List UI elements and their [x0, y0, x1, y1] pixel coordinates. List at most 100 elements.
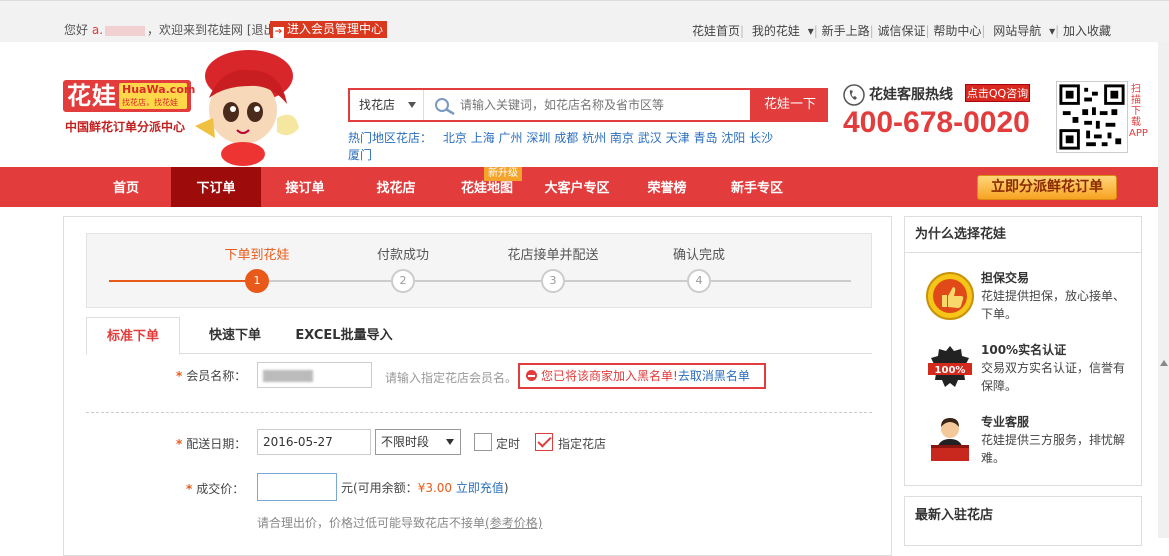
city-link[interactable]: 成都 — [554, 131, 578, 145]
top-link-favorite[interactable]: 加入收藏 — [1063, 24, 1111, 38]
greeting-prefix: 您好 — [64, 23, 89, 37]
search-box: 找花店 — [348, 88, 752, 122]
city-link[interactable]: 上海 — [471, 131, 495, 145]
svg-text:100%: 100% — [935, 365, 966, 376]
why-item-title: 100%实名认证 — [981, 343, 1067, 357]
nav-enterprise[interactable]: 大客户专区 — [536, 167, 618, 207]
assign-shop-label: 指定花店 — [558, 437, 607, 451]
member-label: * 会员名称： — [176, 369, 247, 383]
scan-app-label: 扫描下载APP — [1129, 84, 1148, 139]
city-link[interactable]: 南京 — [610, 131, 634, 145]
username: a. — [91, 23, 104, 37]
top-link-my[interactable]: 我的花娃 ▾ — [748, 24, 814, 38]
search-type-select[interactable]: 找花店 — [350, 90, 424, 120]
tab-excel-import[interactable]: EXCEL批量导入 — [286, 317, 402, 354]
city-link[interactable]: 广州 — [499, 131, 523, 145]
hotline-label: 花娃客服热线 — [869, 87, 953, 103]
assign-shop-checkbox[interactable] — [535, 433, 553, 451]
city-link[interactable]: 深圳 — [526, 131, 550, 145]
price-input[interactable] — [257, 473, 337, 501]
timed-label: 定时 — [496, 437, 521, 451]
city-link[interactable]: 青岛 — [693, 131, 717, 145]
nav-home[interactable]: 首页 — [98, 167, 154, 207]
nav-order[interactable]: 下订单 — [171, 167, 261, 207]
top-bar: 您好 a. ，欢迎来到花娃网 [退出] ➔ 进入会员管理中心 花娃首页| 我的花娃 … — [0, 0, 1169, 42]
hotline-number: 400-678-0020 — [843, 106, 1030, 139]
mascot-icon — [195, 50, 299, 166]
nav-receive-order[interactable]: 接订单 — [270, 167, 340, 207]
reference-price-link[interactable]: (参考价格) — [485, 516, 542, 530]
qr-code-icon — [1056, 81, 1128, 153]
new-badge: 新升级 — [484, 167, 522, 181]
why-choose-panel: 为什么选择花娃 担保交易 花娃提供担保，放心接单、下单。 100% 100%实名… — [904, 216, 1142, 486]
city-link[interactable]: 北京 — [443, 131, 467, 145]
member-center-label: 进入会员管理中心 — [287, 22, 384, 36]
ban-icon — [526, 370, 537, 381]
order-tabs: 标准下单 快速下单 EXCEL批量导入 — [86, 317, 872, 355]
timed-checkbox[interactable] — [474, 433, 492, 451]
city-link[interactable]: 天津 — [666, 131, 690, 145]
search-button[interactable]: 花娃一下 — [752, 88, 828, 122]
scroll-up-icon[interactable] — [1160, 360, 1168, 366]
top-link-newbie[interactable]: 新手上路 — [822, 24, 870, 38]
step-circle-2: 2 — [391, 269, 415, 293]
step-circle-1: 1 — [245, 269, 269, 293]
remove-blacklist-link[interactable]: 去取消黑名单 — [678, 369, 750, 383]
certified-badge-icon: 100% — [928, 346, 972, 387]
balance-amount: ¥3.00 — [417, 481, 453, 495]
step-label-3: 花店接单并配送 — [507, 248, 599, 263]
recharge-link[interactable]: 立即充值 — [456, 481, 504, 495]
logo-tagline: 中国鲜花订单分派中心 — [65, 120, 186, 134]
nav-newbie[interactable]: 新手专区 — [722, 167, 792, 207]
search-input[interactable] — [460, 95, 740, 115]
city-link[interactable]: 沈阳 — [721, 131, 745, 145]
price-hint: 请合理出价，价格过低可能导致花店不接单(参考价格) — [257, 516, 543, 530]
greeting-suffix: ，欢迎来到花娃网 — [147, 23, 244, 37]
top-link-trust[interactable]: 诚信保证 — [878, 24, 926, 38]
why-item: 100% 100%实名认证 交易双方实名认证，信誉有保障。 — [925, 339, 1135, 399]
order-panel: 下单到花娃 付款成功 花店接单并配送 确认完成 1 2 3 4 标准下单 快速下… — [63, 216, 892, 556]
blacklist-warning: 您已将该商家加入黑名单!去取消黑名单 — [518, 363, 766, 389]
time-slot-select[interactable]: 不限时段 — [375, 429, 461, 455]
search-area: 找花店 花娃一下 — [348, 88, 828, 122]
newest-shops-panel: 最新入驻花店 — [904, 496, 1142, 546]
city-link[interactable]: 杭州 — [582, 131, 606, 145]
top-link-home[interactable]: 花娃首页 — [692, 24, 740, 38]
why-item-title: 担保交易 — [981, 271, 1030, 285]
hot-cities: 热门地区花店： 北京 上海 广州 深圳 成都 杭州 南京 武汉 天津 青岛 沈阳… — [348, 130, 838, 164]
search-icon — [435, 98, 455, 115]
balance-info: 元(可用余额：¥3.00 立即充值) — [341, 481, 509, 495]
site-logo[interactable]: 花娃 HuaWa.com 找花店，找花娃 中国鲜花订单分派中心 — [63, 48, 303, 166]
username-redacted — [105, 25, 146, 36]
customer-service-icon — [931, 418, 969, 461]
why-item-desc: 花娃提供三方服务，排忧解难。 — [981, 433, 1126, 465]
scrollbar[interactable] — [1158, 42, 1169, 538]
qq-consult-button[interactable]: 点击QQ咨询 — [965, 84, 1030, 102]
city-link[interactable]: 长沙 — [749, 131, 773, 145]
member-name-input[interactable] — [257, 362, 372, 388]
dispatch-order-button[interactable]: 立即分派鲜花订单 — [977, 175, 1117, 200]
city-link[interactable]: 武汉 — [638, 131, 662, 145]
delivery-date-input[interactable]: 2016-05-27 — [257, 429, 371, 455]
step-circle-4: 4 — [687, 269, 711, 293]
why-item-desc: 花娃提供担保，放心接单、下单。 — [981, 289, 1126, 321]
chevron-down-icon — [446, 439, 454, 445]
why-item: 专业客服 花娃提供三方服务，排忧解难。 — [925, 411, 1135, 471]
nav-honor[interactable]: 荣誉榜 — [636, 167, 698, 207]
why-item-desc: 交易双方实名认证，信誉有保障。 — [981, 361, 1126, 393]
member-center-button[interactable]: ➔ 进入会员管理中心 — [270, 21, 388, 38]
logo-badge: 花娃 HuaWa.com 找花店，找花娃 — [63, 80, 195, 112]
price-label: * 成交价： — [186, 482, 245, 496]
tab-standard-order[interactable]: 标准下单 — [86, 317, 180, 355]
arrow-right-icon: ➔ — [273, 27, 284, 38]
nav-find-shop[interactable]: 找花店 — [360, 167, 432, 207]
chevron-down-icon — [408, 102, 416, 108]
city-link[interactable]: 厦门 — [348, 148, 372, 162]
newest-shops-title: 最新入驻花店 — [915, 508, 994, 523]
tab-quick-order[interactable]: 快速下单 — [190, 317, 280, 354]
member-name-redacted — [263, 369, 313, 382]
why-title: 为什么选择花娃 — [905, 217, 1141, 253]
top-link-sitemap[interactable]: 网站导航 ▾ — [989, 24, 1055, 38]
top-link-help[interactable]: 帮助中心 — [933, 24, 981, 38]
thumbs-up-icon — [926, 272, 974, 320]
